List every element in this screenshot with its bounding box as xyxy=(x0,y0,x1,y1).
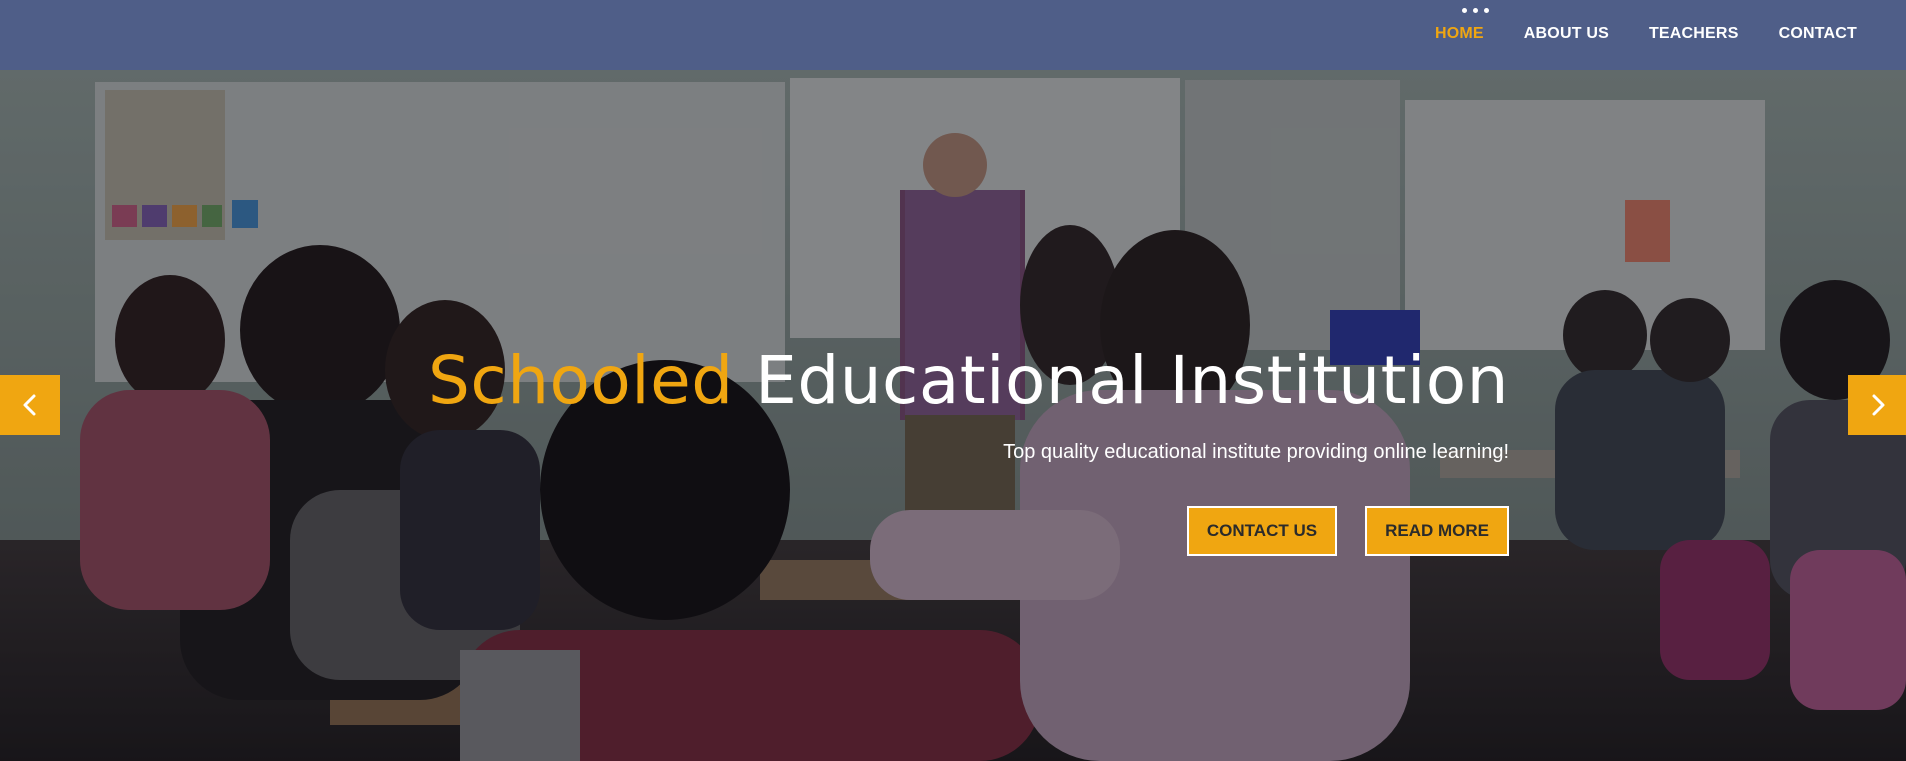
nav-contact[interactable]: CONTACT xyxy=(1779,25,1857,43)
site-header: HOME ABOUT US TEACHERS CONTACT xyxy=(0,0,1906,70)
hero-title-accent: Schooled xyxy=(428,342,734,419)
chevron-right-icon xyxy=(1872,394,1885,416)
hero-title-rest: Educational Institution xyxy=(755,342,1509,419)
hero-title: Schooled Educational Institution xyxy=(428,346,1509,415)
read-more-button[interactable]: READ MORE xyxy=(1365,506,1509,557)
contact-us-button[interactable]: CONTACT US xyxy=(1186,506,1338,557)
dots-icon xyxy=(1462,8,1489,13)
carousel-prev-button[interactable] xyxy=(0,375,60,435)
hero-content: Schooled Educational Institution Top qua… xyxy=(428,346,1509,557)
carousel-next-button[interactable] xyxy=(1848,375,1906,435)
chevron-left-icon xyxy=(23,394,36,416)
nav-home[interactable]: HOME xyxy=(1435,25,1484,43)
nav-about-us[interactable]: ABOUT US xyxy=(1524,25,1609,43)
hero-slider: Schooled Educational Institution Top qua… xyxy=(0,70,1906,761)
nav-teachers[interactable]: TEACHERS xyxy=(1649,25,1739,43)
main-nav: HOME ABOUT US TEACHERS CONTACT xyxy=(1435,25,1857,43)
hero-buttons: CONTACT US READ MORE xyxy=(428,506,1509,557)
hero-subtitle: Top quality educational institute provid… xyxy=(1003,441,1509,464)
